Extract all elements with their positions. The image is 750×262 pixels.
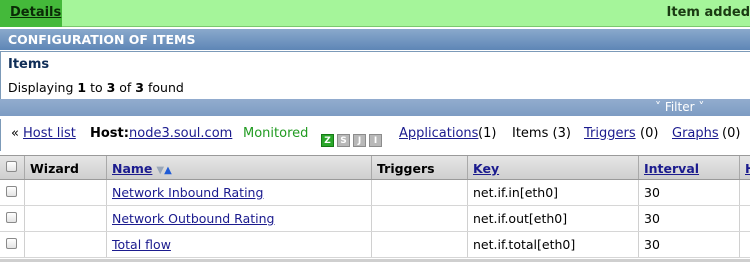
sort-icon: ▼▲ xyxy=(156,165,172,176)
snmp-icon: S xyxy=(337,134,350,147)
row-select-cell xyxy=(0,180,25,205)
interval-cell: 30 xyxy=(639,206,740,231)
triggers-cell xyxy=(372,180,468,205)
host-nav: « Host list Host: node3.soul.com Monitor… xyxy=(0,119,750,151)
wizard-cell xyxy=(25,180,107,205)
item-name-link[interactable]: Network Inbound Rating xyxy=(112,185,263,200)
wizard-cell xyxy=(25,206,107,231)
history-cell xyxy=(740,180,750,205)
back-prefix: « xyxy=(11,126,19,141)
items-title: Items xyxy=(8,57,50,72)
zabbix-agent-icon: Z xyxy=(321,134,334,147)
history-cell xyxy=(740,206,750,231)
column-triggers: Triggers xyxy=(372,156,468,179)
interval-cell: 30 xyxy=(639,180,740,205)
triggers-link[interactable]: Triggers xyxy=(584,126,636,141)
host-list-link[interactable]: Host list xyxy=(23,126,76,141)
history-cell xyxy=(740,232,750,257)
row-select-cell xyxy=(0,232,25,257)
graphs-link[interactable]: Graphs xyxy=(672,126,719,141)
filter-toggle[interactable]: ˅ Filter ˅ xyxy=(655,100,704,114)
applications-count: (1) xyxy=(478,126,497,141)
graphs-count: (0) xyxy=(722,126,741,141)
host-name-link[interactable]: node3.soul.com xyxy=(129,126,232,141)
table-row: Total flow net.if.total[eth0] 30 xyxy=(0,232,750,258)
display-total: 3 xyxy=(135,80,144,95)
triggers-cell xyxy=(372,206,468,231)
ipmi-icon: I xyxy=(369,134,382,147)
row-checkbox[interactable] xyxy=(6,212,17,223)
name-cell: Network Outbound Rating xyxy=(107,206,372,231)
column-name[interactable]: Name ▼▲ xyxy=(107,156,372,179)
interval-cell: 30 xyxy=(639,232,740,257)
row-select-cell xyxy=(0,206,25,231)
display-prefix: Displaying xyxy=(8,80,78,95)
display-of-word: of xyxy=(115,80,136,95)
items-header-box: Items Displaying 1 to 3 of 3 found xyxy=(0,51,750,99)
items-table-header: Wizard Name ▼▲ Triggers Key Interval H xyxy=(0,155,750,180)
item-name-link[interactable]: Total flow xyxy=(112,237,171,252)
column-key[interactable]: Key xyxy=(468,156,639,179)
host-label: Host: xyxy=(90,126,129,141)
message-text: Item added xyxy=(666,5,750,20)
select-all-checkbox[interactable] xyxy=(6,161,17,172)
column-wizard: Wizard xyxy=(25,156,107,179)
details-link[interactable]: Details xyxy=(0,0,62,27)
column-interval[interactable]: Interval xyxy=(639,156,740,179)
key-cell: net.if.out[eth0] xyxy=(468,206,639,231)
display-count: Displaying 1 to 3 of 3 found xyxy=(8,80,184,95)
message-bar: Details Item added xyxy=(0,0,750,27)
config-header: CONFIGURATION OF ITEMS xyxy=(0,29,750,50)
display-found-word: found xyxy=(144,80,184,95)
select-all-cell xyxy=(0,156,25,179)
name-cell: Network Inbound Rating xyxy=(107,180,372,205)
name-cell: Total flow xyxy=(107,232,372,257)
column-name-label[interactable]: Name xyxy=(112,161,152,176)
wizard-cell xyxy=(25,232,107,257)
monitored-status: Monitored xyxy=(243,126,309,141)
key-cell: net.if.total[eth0] xyxy=(468,232,639,257)
triggers-count: (0) xyxy=(640,126,659,141)
filter-bar[interactable]: ˅ Filter ˅ xyxy=(0,99,750,116)
triggers-cell xyxy=(372,232,468,257)
row-checkbox[interactable] xyxy=(6,238,17,249)
item-name-link[interactable]: Network Outbound Rating xyxy=(112,211,274,226)
display-to: 3 xyxy=(106,80,116,95)
table-row: Network Outbound Rating net.if.out[eth0]… xyxy=(0,206,750,232)
column-history[interactable]: H xyxy=(740,156,750,179)
jmx-icon: J xyxy=(353,134,366,147)
key-cell: net.if.in[eth0] xyxy=(468,180,639,205)
display-from: 1 xyxy=(77,80,87,95)
items-tab-label: Items (3) xyxy=(512,126,571,141)
table-row: Network Inbound Rating net.if.in[eth0] 3… xyxy=(0,180,750,206)
display-to-word: to xyxy=(86,80,107,95)
row-checkbox[interactable] xyxy=(6,186,17,197)
applications-link[interactable]: Applications xyxy=(399,126,478,141)
